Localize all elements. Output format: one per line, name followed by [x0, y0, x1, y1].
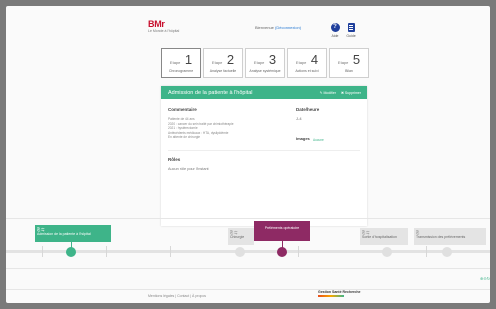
footer-links[interactable]: Mentions légales | Contact | À propos — [148, 294, 206, 298]
step-number: 3 — [268, 52, 277, 67]
comment-title: Commentaire — [168, 107, 197, 112]
event-marker[interactable] — [66, 247, 76, 257]
step-tab-1[interactable]: Etape 1 Chronogramme — [161, 48, 201, 78]
footer-logo-text: Gestion Santé Recherche — [318, 290, 361, 294]
step-tab-2[interactable]: Etape 2 Analyse factuelle — [203, 48, 243, 78]
event-label: Chirurgie — [230, 235, 245, 239]
timeline-axis[interactable] — [6, 250, 490, 253]
event-label: Préléments opératoire — [264, 226, 300, 230]
step-tab-5[interactable]: Etape 5 Bilan — [329, 48, 369, 78]
step-label: Chronogramme — [168, 69, 194, 73]
images-value[interactable]: Aucune — [313, 138, 324, 142]
comment-line: En attente de chirurgie — [168, 135, 201, 139]
card-actions: ✎ Modifier ✖ Supprimer — [316, 91, 361, 95]
help-button[interactable]: ? Aide — [328, 23, 342, 41]
roles-title: Rôles — [168, 157, 181, 162]
delete-button[interactable]: ✖ Supprimer — [341, 91, 361, 95]
event-marker[interactable] — [277, 247, 287, 257]
timeline-event-sortie[interactable]: ⎘ ⇆ Sortie d'hospitalisation — [360, 228, 408, 245]
logo-subtitle: Le Monde à l'hôpital — [148, 29, 180, 33]
app-window: BMr Le Monde à l'hôpital Bienvenue (Déco… — [6, 6, 490, 303]
divider — [168, 150, 360, 151]
footer-divider — [6, 289, 490, 290]
logout-link[interactable]: (Déconnexion) — [275, 25, 301, 30]
app-logo[interactable]: BMr Le Monde à l'hôpital — [148, 20, 184, 42]
step-prefix: Etape — [169, 60, 181, 65]
step-label: Analyse systémique — [249, 69, 281, 73]
event-label: Sortie d'hospitalisation — [362, 235, 397, 239]
timeline-tick — [170, 246, 171, 257]
images-label: Images — [296, 136, 310, 141]
step-tab-4[interactable]: Etape 4 Actions et suivi — [287, 48, 327, 78]
step-number: 1 — [184, 52, 193, 67]
card-header: Admission de la patiente à l'hôpital ✎ M… — [161, 86, 367, 99]
step-label: Actions et suivi — [295, 69, 319, 73]
event-label: Admission de la patiente à l'hôpital — [37, 232, 91, 236]
edit-button[interactable]: ✎ Modifier — [320, 91, 336, 95]
step-number: 5 — [352, 52, 361, 67]
timeline-border — [6, 218, 490, 219]
zoom-controls[interactable]: ⊕⊖↻ — [480, 276, 490, 281]
timeline-event-prelevements[interactable]: Préléments opératoire — [254, 221, 310, 241]
step-prefix: Etape — [211, 60, 223, 65]
step-tab-3[interactable]: Etape 3 Analyse systémique — [245, 48, 285, 78]
datetime-value: J-4 — [296, 116, 302, 121]
event-detail-card: Admission de la patiente à l'hôpital ✎ M… — [161, 86, 367, 226]
document-icon — [347, 23, 355, 32]
timeline-event-admission[interactable]: ⎘ ⇆ Admission de la patiente à l'hôpital — [35, 225, 111, 242]
event-marker[interactable] — [382, 247, 392, 257]
timeline-border — [6, 268, 490, 269]
step-number: 4 — [310, 52, 319, 67]
footer-logo: Gestion Santé Recherche — [318, 290, 360, 297]
timeline-tick — [426, 246, 427, 257]
timeline-event-chirurgie[interactable]: ⎘ ⇆ Chirurgie — [228, 228, 254, 245]
card-title: Admission de la patiente à l'hôpital — [168, 89, 253, 96]
guide-label: Guide — [346, 34, 356, 38]
step-label: Analyse factuelle — [209, 69, 237, 73]
step-prefix: Etape — [253, 60, 265, 65]
step-prefix: Etape — [337, 60, 349, 65]
datetime-title: Date/heure — [296, 107, 320, 112]
footer-logo-bar — [318, 295, 344, 297]
timeline-tick — [298, 246, 299, 257]
timeline-event-transmission[interactable]: ⎘ Transmission des prélèvements — [414, 228, 486, 245]
help-icon: ? — [330, 23, 340, 32]
step-prefix: Etape — [295, 60, 307, 65]
logo-mark: BMr — [148, 19, 165, 29]
timeline-tick — [42, 246, 43, 257]
timeline-tick — [106, 246, 107, 257]
event-marker[interactable] — [442, 247, 452, 257]
event-marker[interactable] — [235, 247, 245, 257]
guide-button[interactable]: Guide — [344, 23, 358, 41]
step-navigation: Etape 1 Chronogramme Etape 2 Analyse fac… — [161, 48, 371, 78]
step-number: 2 — [226, 52, 235, 67]
welcome-message: Bienvenue (Déconnexion) — [255, 25, 301, 30]
step-label: Bilan — [345, 69, 353, 73]
help-label: Aide — [331, 34, 339, 38]
welcome-text: Bienvenue — [255, 25, 274, 30]
roles-value: Aucun rôle pour l'instant — [168, 167, 209, 171]
event-label: Transmission des prélèvements — [416, 235, 466, 239]
